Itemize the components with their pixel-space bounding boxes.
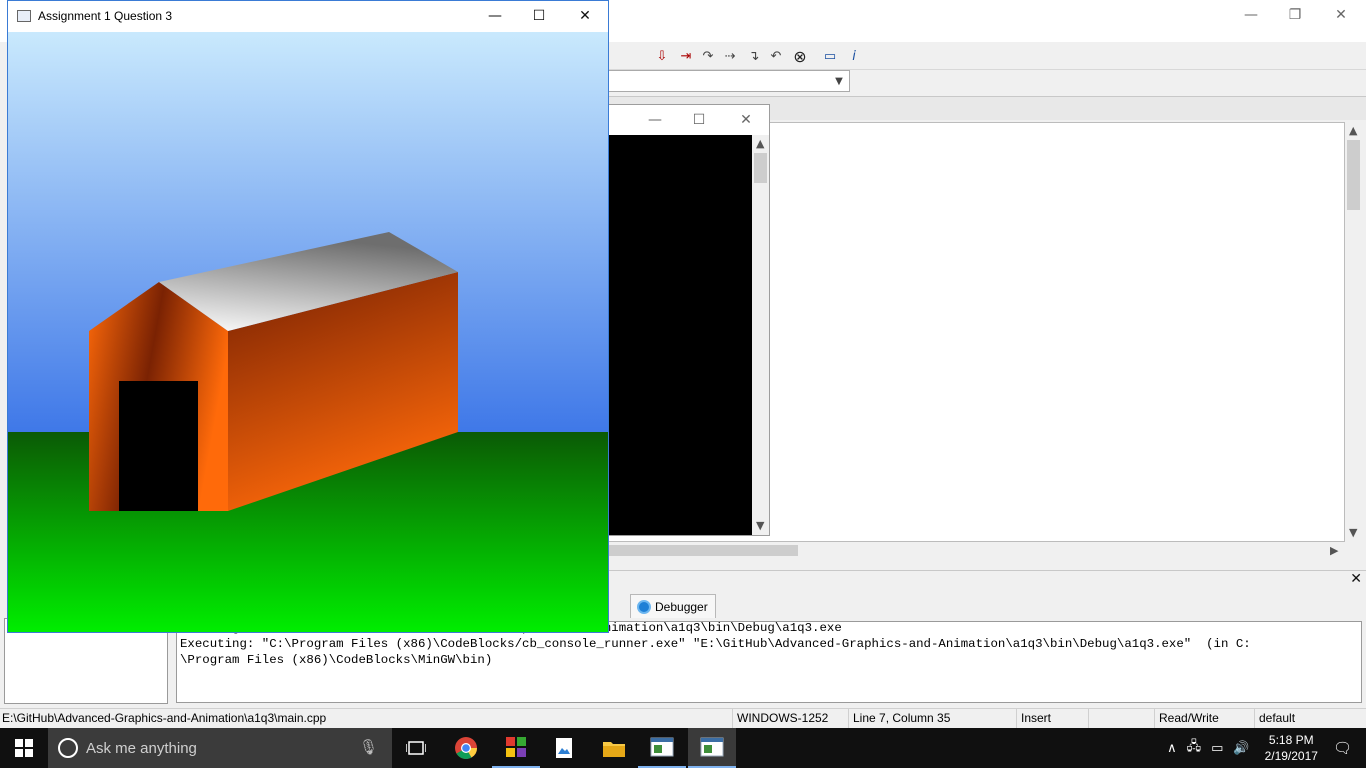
logs-header: ✕ xyxy=(608,570,1366,588)
console-app-icon xyxy=(650,737,674,757)
action-center-icon[interactable]: 🗨 xyxy=(1333,739,1352,757)
chevron-up-icon[interactable]: ∧ xyxy=(1167,741,1177,756)
gl-app-taskbar-button[interactable] xyxy=(688,728,736,768)
scroll-thumb[interactable] xyxy=(1347,140,1360,210)
barn-door xyxy=(119,381,198,511)
clock[interactable]: 5:18 PM 2/19/2017 xyxy=(1265,732,1318,764)
file-explorer-taskbar-button[interactable] xyxy=(590,728,638,768)
scroll-thumb[interactable] xyxy=(608,545,798,556)
chevron-right-icon[interactable]: ▶ xyxy=(1330,544,1338,557)
step-into-icon[interactable]: ↴ xyxy=(744,46,764,66)
microphone-icon[interactable]: 🎙 xyxy=(359,738,378,756)
status-encoding: WINDOWS-1252 xyxy=(732,709,846,729)
codeblocks-taskbar-button[interactable] xyxy=(492,728,540,768)
photos-taskbar-button[interactable] xyxy=(540,728,588,768)
info-icon[interactable]: i xyxy=(844,46,864,66)
chevron-down-icon[interactable]: ▼ xyxy=(1349,526,1357,539)
tab-debugger[interactable]: Debugger xyxy=(630,594,716,618)
volume-icon[interactable]: 🔊 xyxy=(1233,741,1249,756)
task-view-button[interactable] xyxy=(392,728,440,768)
log-line: \Program Files (x86)\CodeBlocks\MinGW\bi… xyxy=(180,653,493,667)
network-icon[interactable]: 🖧 xyxy=(1187,737,1202,759)
taskbar: Ask me anything 🎙 ∧ 🖧 ▭ 🔊 5:18 PM 2/19/2… xyxy=(0,728,1366,768)
ide-minimize-button[interactable]: — xyxy=(1228,0,1274,30)
log-line: Executing: "C:\Program Files (x86)\CodeB… xyxy=(180,637,1251,651)
window-title: Assignment 1 Question 3 xyxy=(38,9,173,23)
windows-logo-icon xyxy=(15,739,33,757)
step-out-icon[interactable]: ↶ xyxy=(766,46,786,66)
debugger-icon xyxy=(637,599,651,614)
folder-icon xyxy=(603,742,625,757)
symbol-combo[interactable]: ▼ xyxy=(604,70,850,92)
search-placeholder: Ask me anything xyxy=(86,739,197,757)
photos-icon xyxy=(556,738,572,758)
task-view-icon xyxy=(406,741,426,755)
gl-app-icon xyxy=(700,737,724,757)
stop-debugger-icon[interactable]: ⊗ xyxy=(790,46,810,66)
status-profile: default xyxy=(1254,709,1366,729)
scroll-thumb[interactable] xyxy=(754,153,767,183)
tab-debugger-label: Debugger xyxy=(655,599,708,614)
chevron-up-icon[interactable]: ▲ xyxy=(1349,124,1357,137)
status-file-path: E:\GitHub\Advanced-Graphics-and-Animatio… xyxy=(2,711,327,725)
next-instruction-icon[interactable]: ⇢ xyxy=(720,46,740,66)
status-position: Line 7, Column 35 xyxy=(848,709,1014,729)
debug-toolbar: ⇩ ⇥ ↷ ⇢ ↴ ↶ ⊗ ▭ i xyxy=(600,42,1366,70)
ide-close-button[interactable]: ✕ xyxy=(1318,0,1364,30)
app-window-icon xyxy=(17,10,31,22)
battery-icon[interactable]: ▭ xyxy=(1211,741,1223,756)
next-line-icon[interactable]: ↷ xyxy=(698,46,718,66)
editor-horizontal-scrollbar[interactable]: ▶ xyxy=(608,542,1345,559)
status-bar: E:\GitHub\Advanced-Graphics-and-Animatio… xyxy=(0,708,1366,729)
console-output[interactable] xyxy=(609,135,752,535)
chevron-up-icon[interactable]: ▲ xyxy=(756,137,764,150)
console-minimize-button[interactable]: — xyxy=(633,105,677,135)
console-taskbar-button[interactable] xyxy=(638,728,686,768)
clock-date: 2/19/2017 xyxy=(1264,749,1318,763)
build-log: Checking for existence: E:\GitHub\Advanc… xyxy=(176,621,1362,703)
ide-restore-button[interactable]: ❐ xyxy=(1272,0,1318,30)
console-maximize-button[interactable]: ☐ xyxy=(677,105,721,135)
debug-run-icon[interactable]: ⇩ xyxy=(652,46,672,66)
system-tray: ∧ 🖧 ▭ 🔊 5:18 PM 2/19/2017 🗨 xyxy=(1162,728,1366,768)
gl-titlebar[interactable]: Assignment 1 Question 3 — ☐ ✕ xyxy=(8,1,608,32)
chrome-icon xyxy=(455,737,477,759)
status-mode: Insert xyxy=(1016,709,1086,729)
run-to-cursor-icon[interactable]: ⇥ xyxy=(676,46,696,66)
status-access: Read/Write xyxy=(1154,709,1252,729)
chrome-taskbar-button[interactable] xyxy=(442,728,490,768)
gl-minimize-button[interactable]: — xyxy=(472,1,518,31)
console-titlebar: — ☐ ✕ xyxy=(609,105,769,135)
status-spacer xyxy=(1088,709,1152,729)
console-close-button[interactable]: ✕ xyxy=(723,105,769,135)
search-input[interactable]: Ask me anything 🎙 xyxy=(48,728,392,768)
clock-time: 5:18 PM xyxy=(1268,733,1314,747)
logs-close-icon[interactable]: ✕ xyxy=(1350,571,1362,587)
chevron-down-icon[interactable]: ▼ xyxy=(756,519,764,532)
gl-maximize-button[interactable]: ☐ xyxy=(516,1,562,31)
cortana-icon xyxy=(58,738,78,758)
editor-vertical-scrollbar[interactable]: ▲ ▼ xyxy=(1345,122,1362,542)
codeblocks-icon xyxy=(506,737,526,757)
chevron-down-icon: ▼ xyxy=(835,75,843,87)
gl-canvas[interactable] xyxy=(8,32,608,632)
gl-close-button[interactable]: ✕ xyxy=(562,1,608,31)
start-button[interactable] xyxy=(0,728,48,768)
console-window: — ☐ ✕ ▲ ▼ xyxy=(608,104,770,536)
debug-windows-icon[interactable]: ▭ xyxy=(820,46,840,66)
console-scrollbar[interactable]: ▲ ▼ xyxy=(752,135,769,535)
gl-app-window: Assignment 1 Question 3 — ☐ ✕ xyxy=(7,0,609,633)
